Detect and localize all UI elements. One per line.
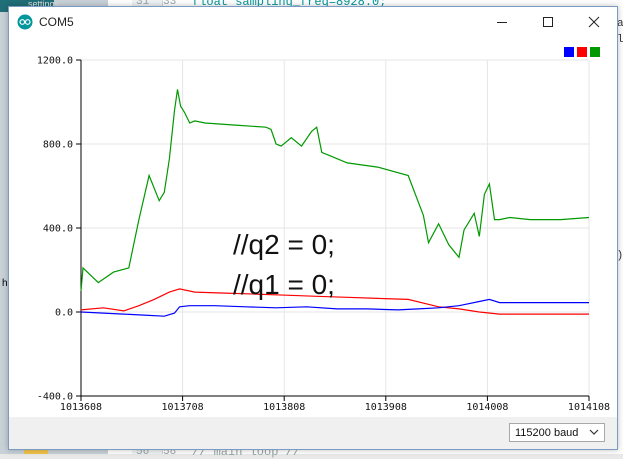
x-tick-label: 1014108	[568, 402, 610, 413]
chevron-down-icon	[589, 429, 599, 435]
x-tick-label: 1014008	[466, 402, 508, 413]
maximize-button[interactable]	[525, 7, 571, 37]
legend-green	[590, 47, 600, 57]
y-tick-label: 400.0	[43, 224, 73, 235]
code-overlay-line2: //q1 = 0;	[233, 269, 335, 300]
x-tick-label: 1013808	[263, 402, 305, 413]
title-bar[interactable]: COM5	[9, 7, 617, 37]
series-line-1	[80, 288, 589, 315]
baud-rate-value: 115200 baud	[515, 427, 579, 439]
minimize-button[interactable]	[479, 7, 525, 37]
maximize-icon	[543, 17, 553, 27]
series-line-0	[80, 89, 590, 292]
x-tick-label: 1013608	[60, 402, 102, 413]
code-overlay-line1: //q2 = 0;	[233, 229, 335, 260]
serial-plot-chart: 1200.0 800.0 400.0 0.0 -400.01013608 1013708 1…	[37, 56, 610, 414]
x-tick-label: 1013708	[162, 402, 204, 413]
plot-area: 1200.0 800.0 400.0 0.0 -400.0 1013608 1013708 1…	[9, 37, 617, 417]
baud-rate-select[interactable]: 115200 baud	[509, 423, 605, 442]
y-tick-label: 0.0	[55, 308, 73, 319]
y-tick-label: -400.0	[37, 392, 73, 403]
y-tick-label: 800.0	[43, 140, 73, 151]
minimize-icon	[497, 22, 507, 23]
legend-blue	[564, 47, 574, 57]
serial-plotter-window: COM5 1200.0 800.0 400.0 0.0 -400.0 1013608 101…	[8, 6, 618, 450]
x-tick-label: 1013908	[365, 402, 407, 413]
arduino-icon	[17, 14, 33, 30]
background-left-letter: h	[2, 278, 8, 289]
legend-red	[577, 47, 587, 57]
close-icon	[588, 16, 600, 28]
window-title: COM5	[39, 15, 74, 29]
close-button[interactable]	[571, 7, 617, 37]
y-tick-label: 1200.0	[37, 56, 73, 67]
